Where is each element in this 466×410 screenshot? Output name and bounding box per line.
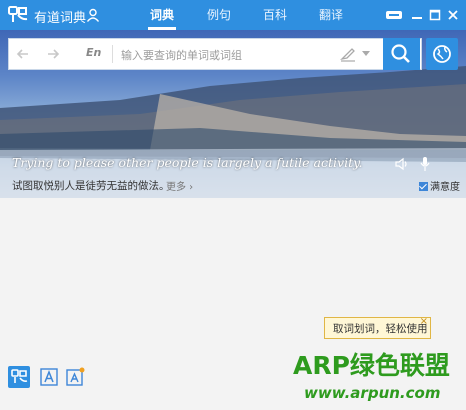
word-capture-tooltip[interactable]: 取词划词，轻松使用 × — [324, 316, 431, 339]
search-input[interactable] — [119, 44, 333, 66]
tooltip-text: 取词划词，轻松使用 — [333, 323, 428, 335]
language-selector[interactable]: En — [86, 46, 101, 59]
daily-sentence-english: Trying to please other people is largely… — [12, 155, 363, 170]
maximize-icon[interactable] — [428, 8, 442, 22]
search-bar: En — [8, 38, 422, 70]
tooltip-close-button[interactable]: × — [420, 311, 428, 333]
app-title: 有道词典 — [34, 11, 87, 26]
more-link[interactable]: 更多 › — [166, 178, 193, 193]
search-button[interactable] — [383, 38, 420, 70]
satisfaction-checkbox[interactable]: 满意度 — [419, 178, 460, 193]
tab-dictionary[interactable]: 词典 — [142, 0, 182, 30]
close-icon[interactable] — [446, 8, 460, 22]
dropdown-arrow-icon[interactable] — [362, 51, 370, 57]
minimize-icon[interactable] — [410, 8, 424, 22]
tab-translate[interactable]: 翻译 — [311, 0, 351, 30]
divider — [112, 45, 113, 63]
daily-sentence-chinese: 试图取悦别人是徒劳无益的做法。 — [12, 180, 170, 192]
tab-encyclopedia[interactable]: 百科 — [255, 0, 295, 30]
speaker-icon[interactable] — [394, 157, 408, 171]
satisfaction-label: 满意度 — [430, 182, 460, 193]
handwriting-icon[interactable] — [340, 46, 356, 62]
mini-icon[interactable] — [385, 8, 403, 22]
watermark-title: ARP绿色联盟 — [293, 351, 450, 380]
youdao-logo-icon — [8, 6, 28, 22]
forward-arrow-icon[interactable] — [45, 46, 61, 62]
title-bar: 有道词典 词典 例句 百科 翻译 — [0, 0, 466, 30]
checkbox-checked-icon — [419, 182, 428, 191]
microphone-icon[interactable] — [420, 156, 430, 172]
image-a-icon[interactable] — [64, 366, 86, 388]
youdao-logo-icon[interactable] — [8, 366, 30, 388]
back-arrow-icon[interactable] — [15, 46, 31, 62]
watermark-url: www.arpun.com — [304, 384, 441, 402]
web-search-button[interactable] — [426, 38, 458, 70]
search-icon — [391, 44, 410, 63]
tab-examples[interactable]: 例句 — [199, 0, 239, 30]
user-icon[interactable] — [86, 8, 100, 22]
text-a-icon[interactable] — [38, 366, 60, 388]
globe-icon — [433, 45, 451, 63]
